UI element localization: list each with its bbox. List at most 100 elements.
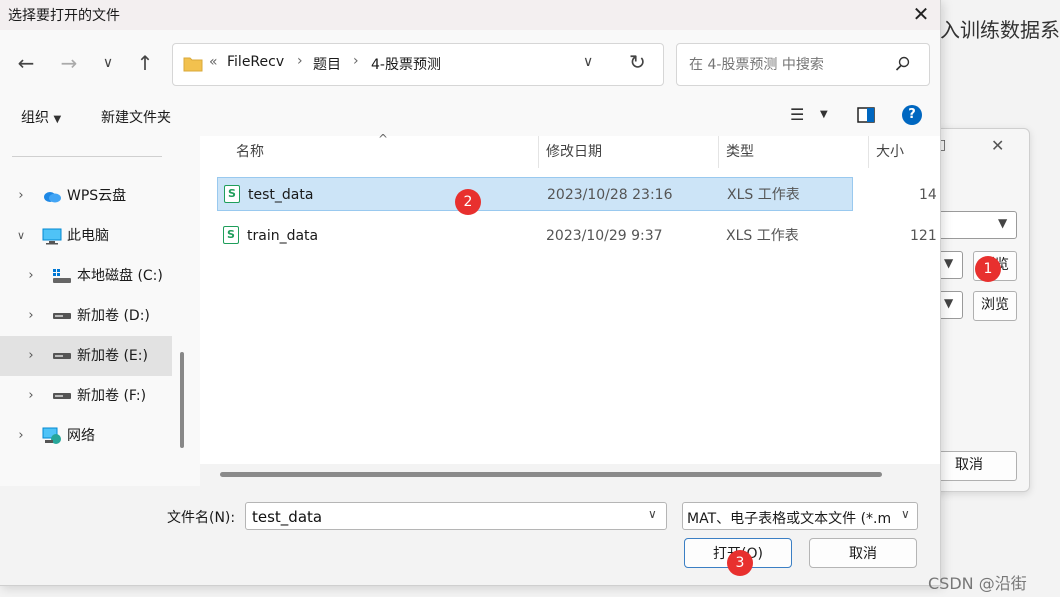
filetype-value: MAT、电子表格或文本文件 (*.m [687,511,892,527]
chevron-down-icon[interactable]: ∨ [14,216,28,256]
nav-item-network[interactable]: › 网络 [0,416,172,456]
preview-pane-icon[interactable] [857,107,875,123]
dialog-title: 选择要打开的文件 [8,8,120,24]
refresh-icon[interactable]: ↻ [629,50,646,74]
file-row[interactable]: S train_data 2023/10/29 9:37 XLS 工作表 121 [217,219,937,253]
caret-down-icon[interactable]: ▼ [820,109,828,120]
horizontal-scrollbar-thumb[interactable] [220,472,882,477]
column-header-type[interactable]: 类型 [726,136,754,168]
file-name: train_data [247,228,319,244]
cancel-button[interactable]: 取消 [809,538,917,568]
file-type: XLS 工作表 [727,187,800,203]
drive-icon [53,353,71,359]
nav-item-label: 新加卷 (E:) [77,348,148,364]
watermark: CSDN @沿街 [928,574,1027,593]
close-icon[interactable]: ✕ [906,0,936,28]
breadcrumb-item[interactable]: 题目 [313,54,341,74]
chevron-down-icon: ▼ [944,256,954,270]
annotation-marker-2: 2 [455,189,481,215]
address-bar[interactable]: « FileRecv › 题目 › 4-股票预测 ∨ ↻ [172,43,664,86]
dialog-titlebar: 选择要打开的文件 ✕ [0,0,940,30]
dialog-footer: 文件名(N): ∨ MAT、电子表格或文本文件 (*.m ∨ 打开(O) 取消 [0,486,940,585]
view-list-icon[interactable]: ☰ [790,105,804,124]
navigation-pane: › WPS云盘 ∨ 此电脑 › 本地磁盘 (C:) › 新加卷 (D:) › 新… [0,136,190,486]
nav-item-label: 新加卷 (D:) [77,308,150,324]
annotation-marker-1: 1 [975,256,1001,282]
bg-close-icon[interactable]: ✕ [991,136,1004,155]
cloud-icon [44,192,61,203]
chevron-right-icon[interactable]: › [14,176,28,216]
address-overflow[interactable]: « [209,54,218,70]
computer-icon [42,228,62,245]
chevron-right-icon[interactable]: › [24,336,38,376]
nav-divider [12,156,162,157]
breadcrumb-item[interactable]: 4-股票预测 [371,54,441,74]
nav-item-drive-f[interactable]: › 新加卷 (F:) [0,376,172,416]
nav-item-drive-d[interactable]: › 新加卷 (D:) [0,296,172,336]
back-arrow-icon[interactable]: ← [11,48,41,78]
help-icon[interactable]: ? [902,105,922,125]
new-folder-button[interactable]: 新建文件夹 [101,107,171,127]
filename-combobox: ∨ [245,502,667,530]
column-separator[interactable] [868,136,869,168]
nav-item-drive-e[interactable]: › 新加卷 (E:) [0,336,172,376]
column-header-date[interactable]: 修改日期 [546,136,602,168]
column-header-size[interactable]: 大小 [876,136,904,168]
caret-down-icon: ▼ [53,114,62,125]
spreadsheet-icon: S [223,226,239,244]
drive-icon [53,269,71,283]
nav-item-label: 此电脑 [67,228,109,244]
column-header-name[interactable]: 名称 [236,136,264,168]
file-date: 2023/10/28 23:16 [547,187,673,203]
breadcrumb-separator-icon: › [353,53,359,69]
drive-icon [53,393,71,399]
annotation-marker-3: 3 [727,550,753,576]
nav-item-this-pc[interactable]: ∨ 此电脑 [0,216,172,256]
file-list: ^ 名称 修改日期 类型 大小 S test_data 2023/10/28 2… [200,132,940,486]
file-date: 2023/10/29 9:37 [546,228,663,244]
chevron-right-icon[interactable]: › [24,296,38,336]
chevron-right-icon[interactable]: › [24,256,38,296]
folder-icon [183,57,203,72]
nav-item-label: 新加卷 (F:) [77,388,147,404]
file-row[interactable]: S test_data 2023/10/28 23:16 XLS 工作表 14 [217,177,937,211]
chevron-down-icon: ∨ [901,507,910,521]
column-separator[interactable] [538,136,539,168]
nav-item-drive-c[interactable]: › 本地磁盘 (C:) [0,256,172,296]
address-history-chevron-icon[interactable]: ∨ [583,54,593,70]
chevron-down-icon[interactable]: ∨ [648,507,657,521]
filename-label: 文件名(N): [167,510,236,526]
forward-arrow-icon[interactable]: → [54,48,84,78]
file-name: test_data [248,187,314,203]
search-input[interactable] [687,54,891,76]
file-type: XLS 工作表 [726,228,799,244]
filetype-select[interactable]: MAT、电子表格或文本文件 (*.m ∨ [682,502,918,530]
organize-label: 组织 [21,110,49,126]
filename-input[interactable] [250,506,634,528]
chevron-down-icon: ▼ [998,216,1008,230]
open-file-dialog: 选择要打开的文件 ✕ ← → ∨ ↑ « FileRecv › 题目 › 4-股… [0,0,941,586]
nav-item-label: 本地磁盘 (C:) [77,268,163,284]
recent-locations-chevron-icon[interactable]: ∨ [93,48,123,78]
bg-browse-button-2[interactable]: 浏览 [973,291,1017,321]
nav-item-label: WPS云盘 [67,188,127,204]
file-size: 14 [919,187,937,203]
nav-item-wps-cloud[interactable]: › WPS云盘 [0,176,172,216]
chevron-right-icon[interactable]: › [14,416,28,456]
command-bar: 组织 ▼ 新建文件夹 ☰ ▼ ? [0,96,940,136]
chevron-down-icon: ▼ [944,296,954,310]
nav-item-label: 网络 [67,428,95,444]
column-separator[interactable] [718,136,719,168]
network-icon [42,427,61,444]
search-icon[interactable] [895,56,911,72]
up-arrow-icon[interactable]: ↑ [130,48,160,78]
nav-scrollbar-thumb[interactable] [180,352,184,448]
file-size: 121 [910,228,937,244]
horizontal-scrollbar[interactable] [200,464,940,486]
sort-ascending-icon: ^ [378,132,389,146]
background-app-title: 入训练数据系 [940,18,1060,42]
chevron-right-icon[interactable]: › [24,376,38,416]
organize-menu-button[interactable]: 组织 ▼ [21,107,61,127]
drive-icon [53,313,71,319]
breadcrumb-item[interactable]: FileRecv [227,54,284,70]
